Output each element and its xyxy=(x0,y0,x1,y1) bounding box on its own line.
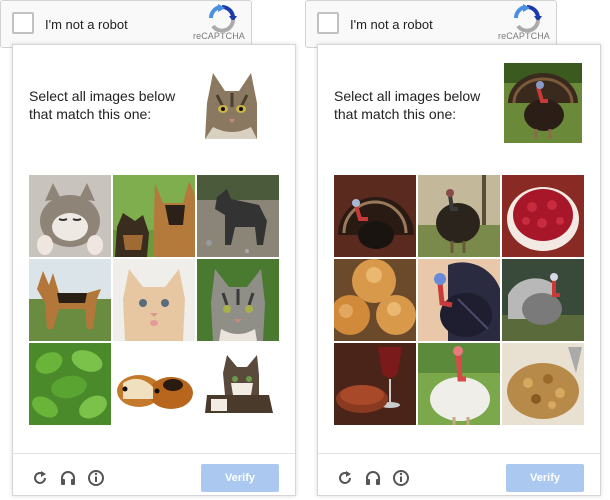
grid-tile-grey-turkey[interactable] xyxy=(502,259,584,341)
not-robot-checkbox[interactable] xyxy=(317,12,339,34)
sample-image-turkey xyxy=(504,63,582,143)
grid-tile-turkey-in-field[interactable] xyxy=(418,175,500,257)
grid-tile-grey-dog[interactable] xyxy=(197,175,279,257)
headphones-icon[interactable] xyxy=(59,469,77,487)
image-grid xyxy=(29,175,279,427)
grid-tile-tabby-kitten[interactable] xyxy=(197,259,279,341)
challenge-panel: Select all images below that match this … xyxy=(317,44,601,496)
captcha-widget-2: I'm not a robot reCAPTCHA Select all ima… xyxy=(305,0,605,500)
grid-tile-turkey-fanned[interactable] xyxy=(334,175,416,257)
grid-tile-kitten-sleeping[interactable] xyxy=(29,175,111,257)
recaptcha-brand: reCAPTCHA xyxy=(193,31,245,41)
checkbox-label: I'm not a robot xyxy=(350,17,433,32)
grid-tile-wine-glass-pie[interactable] xyxy=(334,343,416,425)
image-grid xyxy=(334,175,584,427)
reload-icon[interactable] xyxy=(336,469,354,487)
checkbox-bar: I'm not a robot reCAPTCHA xyxy=(305,0,557,48)
recaptcha-logo-icon xyxy=(199,4,245,33)
grid-tile-german-shepherd-standing[interactable] xyxy=(29,259,111,341)
headphones-icon[interactable] xyxy=(364,469,382,487)
reload-icon[interactable] xyxy=(31,469,49,487)
info-icon[interactable] xyxy=(87,469,105,487)
grid-tile-cranberry-sauce[interactable] xyxy=(502,175,584,257)
not-robot-checkbox[interactable] xyxy=(12,12,34,34)
checkbox-label: I'm not a robot xyxy=(45,17,128,32)
sample-image-cat xyxy=(199,67,265,139)
info-icon[interactable] xyxy=(392,469,410,487)
challenge-prompt: Select all images below that match this … xyxy=(334,88,481,122)
grid-tile-turkey-blue-head[interactable] xyxy=(418,259,500,341)
grid-tile-bread-rolls[interactable] xyxy=(334,259,416,341)
captcha-widget-1: I'm not a robot reCAPTCHA Select all ima… xyxy=(0,0,300,500)
grid-tile-green-leaves[interactable] xyxy=(29,343,111,425)
checkbox-bar: I'm not a robot reCAPTCHA xyxy=(0,0,252,48)
verify-button[interactable]: Verify xyxy=(506,464,584,492)
grid-tile-orange-kitten[interactable] xyxy=(113,259,195,341)
grid-tile-kitten-lying[interactable] xyxy=(197,343,279,425)
grid-tile-guinea-pigs[interactable] xyxy=(113,343,195,425)
challenge-prompt: Select all images below that match this … xyxy=(29,88,176,122)
verify-button[interactable]: Verify xyxy=(201,464,279,492)
challenge-panel: Select all images below that match this … xyxy=(12,44,296,496)
grid-tile-white-turkey[interactable] xyxy=(418,343,500,425)
grid-tile-stuffing[interactable] xyxy=(502,343,584,425)
recaptcha-logo-icon xyxy=(504,4,550,33)
grid-tile-german-shepherd-puppies[interactable] xyxy=(113,175,195,257)
footer-divider xyxy=(318,453,600,454)
recaptcha-brand: reCAPTCHA xyxy=(498,31,550,41)
footer-divider xyxy=(13,453,295,454)
